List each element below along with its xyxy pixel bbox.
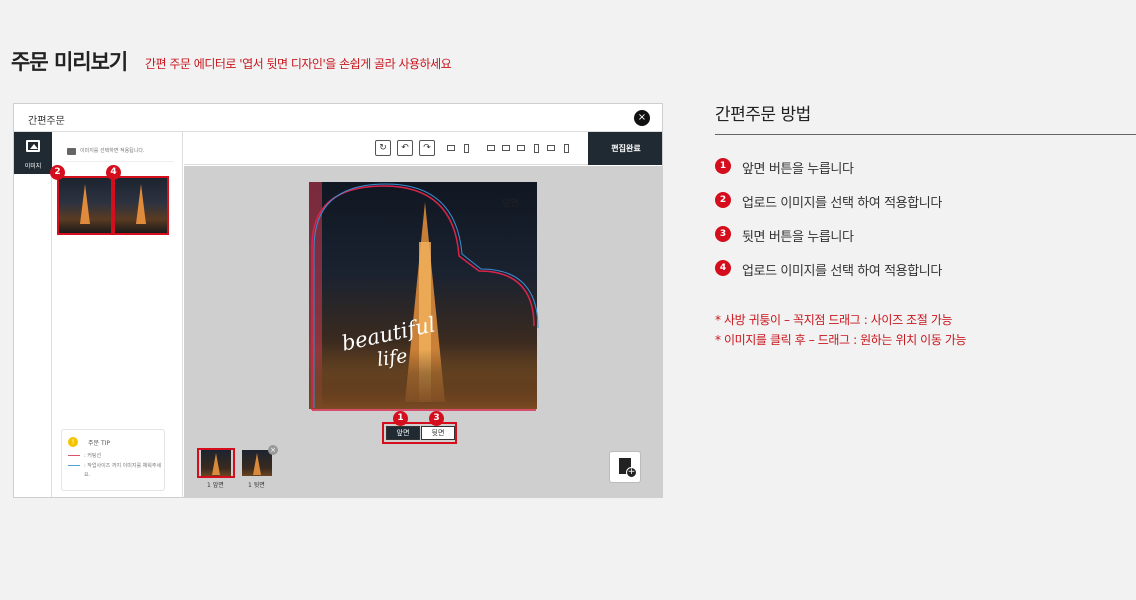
align-icon[interactable] <box>547 145 555 151</box>
thumb-image <box>115 178 167 233</box>
step-number: 3 <box>715 226 731 242</box>
rotate-right-90-icon[interactable]: ↷ <box>419 140 435 156</box>
cut-line-swatch <box>68 455 80 456</box>
page-thumb-back[interactable] <box>242 450 272 476</box>
tip-line2: : 작업사이즈 까지 이미지를 채워주세요. <box>84 463 162 478</box>
rotate-icon[interactable]: ↻ <box>375 140 391 156</box>
align-icon[interactable] <box>564 144 569 153</box>
align-icon[interactable] <box>447 145 455 151</box>
step-text: 업로드 이미지를 선택 하여 적용합니다 <box>742 196 942 211</box>
upload-thumb-2[interactable] <box>113 176 169 235</box>
editor-toolbar: ↻ ↶ ↷ 편집완료 <box>184 132 662 165</box>
step-text: 업로드 이미지를 선택 하여 적용합니다 <box>742 264 942 279</box>
howto-note: * 이미지를 클릭 후 – 드래그 : 원하는 위치 이동 가능 <box>715 333 967 347</box>
delete-page-icon[interactable]: × <box>268 445 278 455</box>
howto-title: 간편주문 방법 <box>715 105 811 125</box>
page-subtitle: 간편 주문 에디터로 '엽서 뒷면 디자인'을 손쉽게 골라 사용하세요 <box>145 57 452 71</box>
cut-line-overlay <box>311 183 539 411</box>
page-label-back: 1 뒷면 <box>248 482 265 489</box>
side-rail: 이미지 <box>14 132 52 497</box>
image-icon <box>26 140 40 152</box>
edit-done-button[interactable]: 편집완료 <box>588 132 662 165</box>
thumb-image <box>59 178 111 233</box>
plus-icon: + <box>626 467 637 478</box>
image-panel: 이미지를 선택하면 적용됩니다. 2 4 ! 주문 TIP : 커팅선 : 작업… <box>50 132 183 497</box>
editor-titlebar: 간편주문 × <box>14 104 662 132</box>
close-icon[interactable]: × <box>634 110 650 126</box>
marker-3: 3 <box>429 411 444 426</box>
info-icon: ! <box>68 437 78 447</box>
step-number: 2 <box>715 192 731 208</box>
align-icon[interactable] <box>517 145 525 151</box>
tip-line1: : 커팅선 <box>84 453 102 459</box>
howto-note: * 사방 귀퉁이 – 꼭지점 드래그 : 사이즈 조절 가능 <box>715 313 953 327</box>
upload-thumb-1[interactable] <box>57 176 113 235</box>
order-tip: ! 주문 TIP : 커팅선 : 작업사이즈 까지 이미지를 채워주세요. <box>61 429 165 491</box>
align-icon[interactable] <box>487 145 495 151</box>
rotate-left-90-icon[interactable]: ↶ <box>397 140 413 156</box>
editor-title: 간편주문 <box>28 116 65 127</box>
step-text: 앞면 버튼을 누릅니다 <box>742 162 854 177</box>
step-number: 1 <box>715 158 731 174</box>
editor-canvas: 앞면 beautiful life 앞면 뒷면 1 3 × 1 앞면 1 뒷면 … <box>184 166 662 497</box>
work-line-swatch <box>68 465 80 466</box>
panel-hint: 이미지를 선택하면 적용됩니다. <box>64 146 174 162</box>
align-icon[interactable] <box>502 145 510 151</box>
rail-tab-image[interactable]: 이미지 <box>14 132 52 174</box>
page-label-front: 1 앞면 <box>207 482 224 489</box>
marker-4: 4 <box>106 165 121 180</box>
add-page-button[interactable]: + <box>609 451 641 483</box>
front-face-button[interactable]: 앞면 <box>386 426 420 440</box>
tip-title: 주문 TIP <box>88 440 111 447</box>
panel-hint-text: 이미지를 선택하면 적용됩니다. <box>80 148 145 154</box>
chat-icon <box>67 148 76 155</box>
rail-tab-label: 이미지 <box>24 163 42 170</box>
marker-1: 1 <box>393 411 408 426</box>
step-text: 뒷면 버튼을 누릅니다 <box>742 230 854 245</box>
page-title: 주문 미리보기 <box>11 50 128 74</box>
align-icon[interactable] <box>464 144 469 153</box>
align-icon[interactable] <box>534 144 539 153</box>
back-face-button[interactable]: 뒷면 <box>421 426 455 440</box>
divider <box>715 134 1136 135</box>
step-number: 4 <box>715 260 731 276</box>
editor-preview: 간편주문 × 이미지 이미지를 선택하면 적용됩니다. 2 4 ! 주문 TIP… <box>13 103 663 498</box>
page-thumb-front[interactable] <box>201 450 231 476</box>
marker-2: 2 <box>50 165 65 180</box>
